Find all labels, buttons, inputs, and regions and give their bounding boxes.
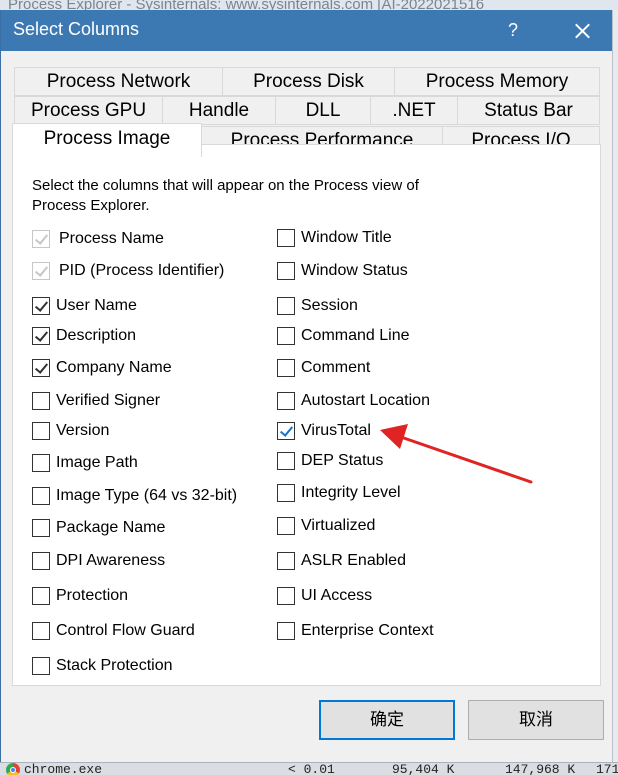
checkbox-label: Process Name (59, 230, 164, 247)
checkbox-label: DEP Status (301, 452, 384, 469)
parent-window-edge (612, 10, 618, 762)
checkbox[interactable] (277, 327, 295, 345)
checkbox[interactable] (277, 359, 295, 377)
private-bytes-cell: 95,404 K (392, 762, 455, 775)
checkbox[interactable] (32, 519, 50, 537)
title-bar[interactable]: Select Columns ? (1, 10, 612, 51)
checkbox (32, 262, 50, 280)
tab-process-network[interactable]: Process Network (14, 67, 223, 96)
cpu-cell: < 0.01 (288, 762, 335, 775)
tab-status-bar[interactable]: Status Bar (457, 96, 600, 125)
checkmark-icon (34, 328, 49, 342)
checkbox[interactable] (32, 454, 50, 472)
checkmark-icon (279, 423, 294, 437)
checkbox-label: Stack Protection (56, 657, 173, 674)
checkbox[interactable] (32, 657, 50, 675)
checkbox[interactable] (277, 622, 295, 640)
checkbox[interactable] (277, 297, 295, 315)
checkbox-label: Comment (301, 359, 371, 376)
checkmark-icon (34, 360, 49, 374)
checkbox[interactable] (277, 262, 295, 280)
tab-process-image[interactable]: Process Image (12, 123, 202, 157)
checkbox-label: Protection (56, 587, 129, 604)
checkbox[interactable] (277, 484, 295, 502)
checkbox[interactable] (277, 422, 295, 440)
checkbox[interactable] (277, 587, 295, 605)
process-name-cell: chrome.exe (24, 762, 103, 775)
checkbox[interactable] (32, 552, 50, 570)
checkmark-icon (34, 298, 49, 312)
checkbox-label: Version (56, 422, 110, 439)
tab-dotnet[interactable]: .NET (370, 96, 458, 125)
checkbox-label: VirusTotal (301, 422, 371, 439)
checkbox[interactable] (277, 452, 295, 470)
checkmark-icon (34, 231, 49, 245)
checkbox[interactable] (32, 587, 50, 605)
checkbox-label: Integrity Level (301, 484, 401, 501)
checkbox-label: Image Path (56, 454, 138, 471)
checkbox-label: Control Flow Guard (56, 622, 195, 639)
checkbox-label: Enterprise Context (301, 622, 434, 639)
checkbox-label: Command Line (301, 327, 410, 344)
working-set-cell: 147,968 K (505, 762, 576, 775)
tab-process-gpu[interactable]: Process GPU (14, 96, 163, 125)
checkbox[interactable] (277, 552, 295, 570)
checkbox[interactable] (32, 392, 50, 410)
cancel-button[interactable]: 取消 (468, 700, 604, 740)
ok-button[interactable]: 确定 (319, 700, 455, 740)
checkbox (32, 230, 50, 248)
checkbox-label: Window Status (301, 262, 408, 279)
dialog-title: Select Columns (13, 19, 140, 39)
help-button[interactable]: ? (493, 10, 533, 51)
checkbox[interactable] (32, 359, 50, 377)
checkbox[interactable] (277, 392, 295, 410)
checkbox-label: Verified Signer (56, 392, 161, 409)
checkmark-icon (34, 263, 49, 277)
tab-process-disk[interactable]: Process Disk (222, 67, 395, 96)
checkbox-label: Session (301, 297, 358, 314)
checkbox-label: Company Name (56, 359, 172, 376)
parent-window-title: Process Explorer - Sysinternals: www.sys… (0, 0, 618, 10)
checkbox-label: DPI Awareness (56, 552, 166, 569)
checkbox-label: Description (56, 327, 137, 344)
checkbox[interactable] (32, 422, 50, 440)
checkbox-label: Virtualized (301, 517, 376, 534)
checkbox-label: ASLR Enabled (301, 552, 406, 569)
checkbox[interactable] (32, 327, 50, 345)
checkbox-label: Window Title (301, 229, 392, 246)
chrome-icon (6, 763, 20, 775)
checkbox[interactable] (32, 622, 50, 640)
tab-process-memory[interactable]: Process Memory (394, 67, 600, 96)
checkbox-label: Image Type (64 vs 32-bit) (56, 487, 238, 504)
checkbox-label: User Name (56, 297, 137, 314)
checkbox-label: UI Access (301, 587, 373, 604)
instructions-text: Select the columns that will appear on t… (32, 177, 419, 214)
checkbox[interactable] (277, 229, 295, 247)
checkbox[interactable] (32, 487, 50, 505)
tab-dll[interactable]: DLL (275, 96, 371, 125)
checkbox-label: Autostart Location (301, 392, 430, 409)
tab-handle[interactable]: Handle (162, 96, 276, 125)
close-icon[interactable] (559, 10, 605, 51)
checkbox[interactable] (32, 297, 50, 315)
background-process-row: chrome.exe < 0.01 95,404 K 147,968 K 171 (0, 762, 618, 775)
pid-cell: 171 (596, 762, 618, 775)
checkbox-label: Package Name (56, 519, 166, 536)
checkbox-label: PID (Process Identifier) (59, 262, 225, 279)
checkbox[interactable] (277, 517, 295, 535)
